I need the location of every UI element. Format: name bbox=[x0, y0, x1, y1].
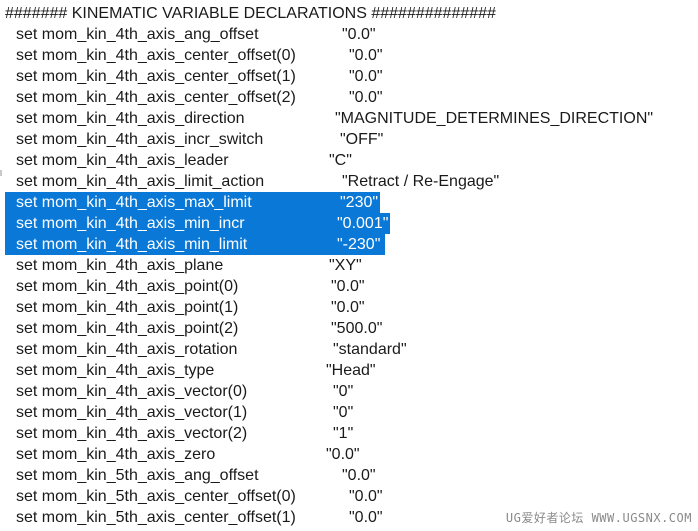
variable-value: "0.0" bbox=[349, 509, 383, 526]
variable-declaration: set mom_kin_4th_axis_center_offset(1) bbox=[16, 68, 296, 85]
text-editor[interactable]: ####### KINEMATIC VARIABLE DECLARATIONS … bbox=[0, 0, 698, 531]
variable-value: "0.0" bbox=[349, 68, 383, 85]
variable-declaration: set mom_kin_4th_axis_vector(1) bbox=[16, 404, 248, 421]
variable-value: "0.0" bbox=[349, 47, 383, 64]
variable-declaration: set mom_kin_4th_axis_min_incr bbox=[16, 215, 245, 232]
variable-value: "0" bbox=[333, 383, 354, 400]
variable-value: "Head" bbox=[326, 362, 376, 379]
code-line[interactable]: set mom_kin_4th_axis_vector(0) "0" bbox=[0, 381, 698, 402]
variable-declaration: set mom_kin_4th_axis_point(2) bbox=[16, 320, 239, 337]
variable-declaration: set mom_kin_4th_axis_point(1) bbox=[16, 299, 239, 316]
code-line[interactable]: set mom_kin_4th_axis_rotation "standard" bbox=[0, 339, 698, 360]
code-line[interactable]: set mom_kin_4th_axis_leader "C" bbox=[0, 150, 698, 171]
variable-declaration: set mom_kin_4th_axis_plane bbox=[16, 257, 224, 274]
variable-declaration: set mom_kin_5th_axis_center_offset(0) bbox=[16, 488, 296, 505]
code-line[interactable]: set mom_kin_4th_axis_max_limit "230" bbox=[0, 192, 698, 213]
code-line[interactable]: set mom_kin_5th_axis_center_offset(0) "0.… bbox=[0, 486, 698, 507]
code-line[interactable]: set mom_kin_4th_axis_zero "0.0" bbox=[0, 444, 698, 465]
code-line[interactable]: set mom_kin_4th_axis_center_offset(2) "0.… bbox=[0, 87, 698, 108]
code-line[interactable]: set mom_kin_4th_axis_point(1) "0.0" bbox=[0, 297, 698, 318]
code-line[interactable]: set mom_kin_4th_axis_center_offset(0) "0.… bbox=[0, 45, 698, 66]
variable-declaration: set mom_kin_4th_axis_limit_action bbox=[16, 173, 265, 190]
code-line[interactable]: set mom_kin_4th_axis_min_limit "-230" bbox=[0, 234, 698, 255]
code-line[interactable]: set mom_kin_4th_axis_center_offset(1) "0.… bbox=[0, 66, 698, 87]
variable-declaration: set mom_kin_4th_axis_center_offset(0) bbox=[16, 47, 296, 64]
variable-value: "0.0" bbox=[342, 26, 376, 43]
variable-value: "0.0" bbox=[331, 278, 365, 295]
code-line[interactable]: set mom_kin_4th_axis_vector(2) "1" bbox=[0, 423, 698, 444]
variable-value: "0.001" bbox=[337, 215, 389, 232]
variable-declaration: set mom_kin_4th_axis_leader bbox=[16, 152, 229, 169]
variable-value: "standard" bbox=[333, 341, 407, 358]
variable-declaration: set mom_kin_4th_axis_point(0) bbox=[16, 278, 239, 295]
variable-declaration: set mom_kin_4th_axis_zero bbox=[16, 446, 216, 463]
code-line[interactable]: set mom_kin_4th_axis_incr_switch "OFF" bbox=[0, 129, 698, 150]
variable-value: "230" bbox=[340, 194, 379, 211]
variable-value: "0.0" bbox=[342, 467, 376, 484]
variable-value: "C" bbox=[329, 152, 352, 169]
code-line[interactable]: set mom_kin_4th_axis_limit_action "Retrac… bbox=[0, 171, 698, 192]
variable-value: "0.0" bbox=[349, 488, 383, 505]
variable-value: "-230" bbox=[337, 236, 381, 253]
code-line[interactable]: set mom_kin_4th_axis_ang_offset "0.0" bbox=[0, 24, 698, 45]
code-line[interactable]: set mom_kin_5th_axis_ang_offset "0.0" bbox=[0, 465, 698, 486]
variable-declaration: set mom_kin_4th_axis_ang_offset bbox=[16, 26, 259, 43]
variable-declaration: set mom_kin_4th_axis_type bbox=[16, 362, 215, 379]
variable-declaration: set mom_kin_4th_axis_rotation bbox=[16, 341, 238, 358]
variable-declaration: set mom_kin_5th_axis_ang_offset bbox=[16, 467, 259, 484]
code-line[interactable]: set mom_kin_4th_axis_vector(1) "0" bbox=[0, 402, 698, 423]
variable-value: "MAGNITUDE_DETERMINES_DIRECTION" bbox=[335, 110, 654, 127]
code-line[interactable]: set mom_kin_4th_axis_type "Head" bbox=[0, 360, 698, 381]
variable-declaration: set mom_kin_4th_axis_max_limit bbox=[16, 194, 252, 211]
variable-declaration: set mom_kin_5th_axis_center_offset(1) bbox=[16, 509, 296, 526]
section-header: ####### KINEMATIC VARIABLE DECLARATIONS … bbox=[5, 5, 496, 22]
variable-value: "0.0" bbox=[326, 446, 360, 463]
variable-declaration: set mom_kin_4th_axis_vector(2) bbox=[16, 425, 248, 442]
variable-value: "500.0" bbox=[331, 320, 383, 337]
variable-declaration: set mom_kin_4th_axis_incr_switch bbox=[16, 131, 264, 148]
variable-declaration: set mom_kin_4th_axis_direction bbox=[16, 110, 245, 127]
code-line[interactable]: set mom_kin_4th_axis_plane "XY" bbox=[0, 255, 698, 276]
variable-value: "1" bbox=[333, 425, 354, 442]
variable-declaration: set mom_kin_4th_axis_center_offset(2) bbox=[16, 89, 296, 106]
variable-value: "OFF" bbox=[340, 131, 384, 148]
variable-value: "0.0" bbox=[349, 89, 383, 106]
code-line[interactable]: set mom_kin_4th_axis_min_incr "0.001" bbox=[0, 213, 698, 234]
code-line[interactable]: set mom_kin_4th_axis_point(0) "0.0" bbox=[0, 276, 698, 297]
variable-value: "Retract / Re-Engage" bbox=[342, 173, 500, 190]
variable-value: "0" bbox=[333, 404, 354, 421]
code-line[interactable]: set mom_kin_4th_axis_point(2) "500.0" bbox=[0, 318, 698, 339]
code-line[interactable]: set mom_kin_4th_axis_direction "MAGNITUDE… bbox=[0, 108, 698, 129]
variable-value: "XY" bbox=[329, 257, 362, 274]
variable-declaration: set mom_kin_4th_axis_vector(0) bbox=[16, 383, 248, 400]
variable-declaration: set mom_kin_4th_axis_min_limit bbox=[16, 236, 248, 253]
watermark: UG爱好者论坛 WWW.UGSNX.COM bbox=[505, 511, 692, 525]
variable-value: "0.0" bbox=[331, 299, 365, 316]
